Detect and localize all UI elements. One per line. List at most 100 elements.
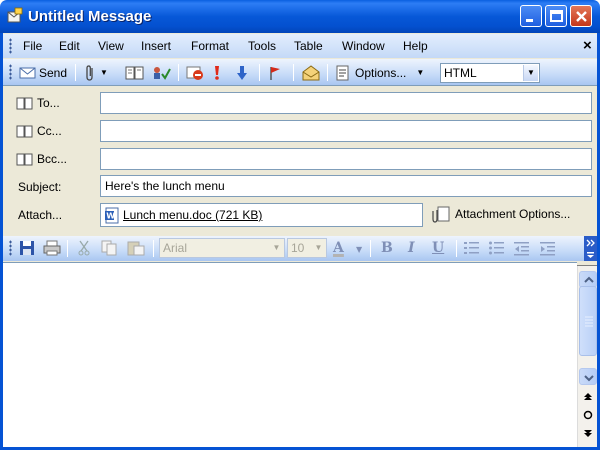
menu-tools[interactable]: Tools [248, 39, 276, 53]
close-document-icon[interactable]: × [583, 37, 592, 54]
toolbar-separator [178, 64, 179, 81]
font-size-value: 10 [291, 241, 305, 255]
cc-label: Cc... [37, 124, 62, 138]
previous-page-icon[interactable] [583, 392, 593, 404]
maximize-button[interactable] [545, 5, 567, 27]
copy-icon[interactable] [101, 240, 117, 256]
send-button[interactable]: Send [19, 63, 67, 82]
toolbar-grip[interactable] [9, 64, 12, 80]
title-bar[interactable]: Untitled Message [0, 0, 600, 33]
svg-text:W: W [106, 211, 115, 220]
attachment-link[interactable]: Lunch menu.doc (721 KB) [123, 208, 262, 222]
chevron-down-icon[interactable]: ▼ [356, 245, 362, 254]
to-button[interactable]: To... [16, 96, 60, 110]
split-box[interactable] [577, 262, 597, 266]
exclamation-icon [215, 65, 219, 80]
chevron-down-icon[interactable]: ▼ [312, 240, 325, 256]
subject-label: Subject: [18, 180, 62, 194]
font-color-button[interactable]: A [333, 240, 344, 256]
toolbar-separator [75, 64, 76, 81]
paste-icon[interactable] [127, 240, 145, 256]
message-format-value: HTML [444, 66, 477, 80]
message-body[interactable] [3, 262, 577, 447]
chevron-down-icon[interactable]: ▼ [523, 65, 538, 81]
cc-button[interactable]: Cc... [16, 124, 62, 138]
toolbar-separator [456, 240, 457, 257]
toolbar-grip[interactable] [9, 240, 12, 256]
send-icon [19, 67, 36, 78]
chevron-down-icon[interactable]: ▼ [416, 68, 424, 77]
menu-grip[interactable] [9, 38, 12, 54]
toolbar-separator [293, 64, 294, 81]
menu-window[interactable]: Window [342, 39, 385, 53]
toolbar-options-chevron-icon[interactable] [584, 236, 597, 261]
subject-field[interactable]: Here's the lunch menu [100, 175, 592, 197]
chevron-down-icon[interactable]: ▼ [270, 240, 283, 256]
menu-help[interactable]: Help [403, 39, 428, 53]
options-icon [336, 65, 349, 80]
follow-up-button[interactable] [268, 63, 282, 82]
print-icon[interactable] [43, 240, 61, 256]
low-importance-button[interactable] [236, 63, 248, 82]
toolbar-separator [153, 240, 154, 257]
menu-format[interactable]: Format [191, 39, 229, 53]
toolbar-separator [370, 240, 371, 257]
vertical-scrollbar[interactable] [577, 262, 597, 447]
attachment-options-icon [432, 206, 450, 223]
bcc-field[interactable] [100, 148, 592, 170]
options-button[interactable]: Options... ▼ [336, 63, 424, 82]
paperclip-icon [86, 64, 93, 81]
check-names-icon [154, 66, 171, 80]
send-label: Send [39, 65, 68, 80]
arrow-down-icon [237, 65, 247, 80]
save-icon[interactable] [19, 240, 35, 256]
close-button[interactable] [570, 5, 592, 27]
attachment-options-label: Attachment Options... [455, 207, 571, 221]
toolbar-separator [327, 64, 328, 81]
attachment-field[interactable]: W Lunch menu.doc (721 KB) [100, 203, 423, 227]
scroll-thumb[interactable] [579, 286, 597, 356]
attachment-options-button[interactable]: Attachment Options... [432, 205, 570, 223]
high-importance-button[interactable] [212, 63, 222, 82]
bcc-label: Bcc... [37, 152, 68, 166]
next-page-icon[interactable] [583, 428, 593, 440]
select-browse-object-icon[interactable] [583, 410, 593, 422]
menu-file[interactable]: File [23, 39, 42, 53]
decrease-indent-icon[interactable] [514, 241, 530, 256]
scroll-down-button[interactable] [579, 368, 597, 385]
chevron-down-icon[interactable]: ▼ [100, 68, 108, 77]
underline-button[interactable]: U [432, 240, 444, 256]
permission-button[interactable] [186, 63, 204, 82]
cc-field[interactable] [100, 120, 592, 142]
menu-view[interactable]: View [98, 39, 124, 53]
address-book-icon [16, 97, 33, 109]
check-names-button[interactable] [151, 63, 171, 82]
standard-toolbar: Send ▼ Options... ▼ HTML ▼ [3, 59, 597, 86]
restricted-permission-icon [186, 66, 203, 80]
menu-insert[interactable]: Insert [141, 39, 171, 53]
bold-button[interactable]: B [381, 240, 393, 256]
increase-indent-icon[interactable] [540, 241, 556, 256]
address-book-button[interactable] [125, 63, 145, 82]
menu-bar: File Edit View Insert Format Tools Table… [3, 34, 597, 58]
menu-edit[interactable]: Edit [59, 39, 80, 53]
toolbar-separator [67, 240, 68, 257]
italic-button[interactable]: I [408, 240, 415, 256]
address-book-icon [16, 153, 33, 165]
numbered-list-icon[interactable] [464, 241, 480, 256]
font-size-select[interactable]: 10 ▼ [287, 238, 327, 258]
to-label: To... [37, 96, 60, 110]
minimize-button[interactable] [520, 5, 542, 27]
font-name-value: Arial [163, 241, 188, 255]
bcc-button[interactable]: Bcc... [16, 152, 67, 166]
to-field[interactable] [100, 92, 592, 114]
attach-file-button[interactable]: ▼ [83, 63, 108, 82]
font-name-select[interactable]: Arial ▼ [159, 238, 285, 258]
cut-icon[interactable] [77, 240, 91, 256]
envelope-button[interactable] [301, 63, 321, 82]
window-title: Untitled Message [28, 8, 152, 25]
bullet-list-icon[interactable] [489, 241, 505, 256]
menu-table[interactable]: Table [294, 39, 323, 53]
message-format-select[interactable]: HTML ▼ [440, 63, 540, 83]
open-envelope-icon [302, 64, 320, 80]
